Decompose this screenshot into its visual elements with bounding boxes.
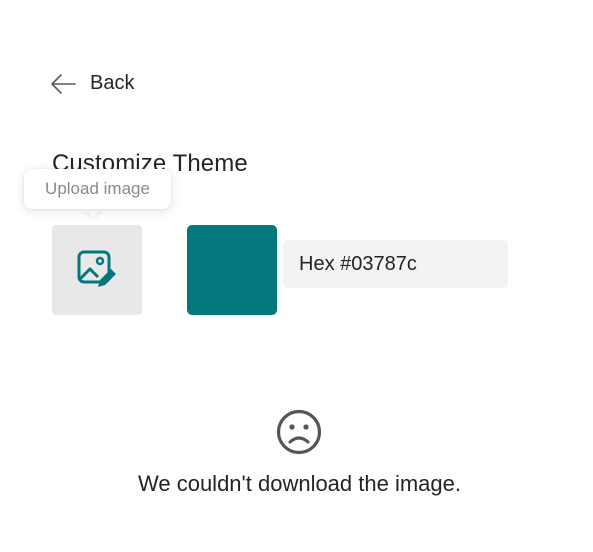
- upload-image-button[interactable]: [52, 225, 142, 315]
- sad-face-icon: [276, 409, 322, 455]
- upload-image-tooltip: Upload image: [24, 169, 171, 209]
- error-message: We couldn't download the image.: [138, 471, 461, 496]
- hex-color-input[interactable]: Hex #03787c: [283, 240, 508, 288]
- theme-color-swatch[interactable]: [187, 225, 277, 315]
- back-button[interactable]: Back: [50, 72, 134, 95]
- image-edit-icon: [77, 250, 116, 287]
- arrow-left-icon: [51, 73, 76, 94]
- back-label: Back: [90, 72, 135, 94]
